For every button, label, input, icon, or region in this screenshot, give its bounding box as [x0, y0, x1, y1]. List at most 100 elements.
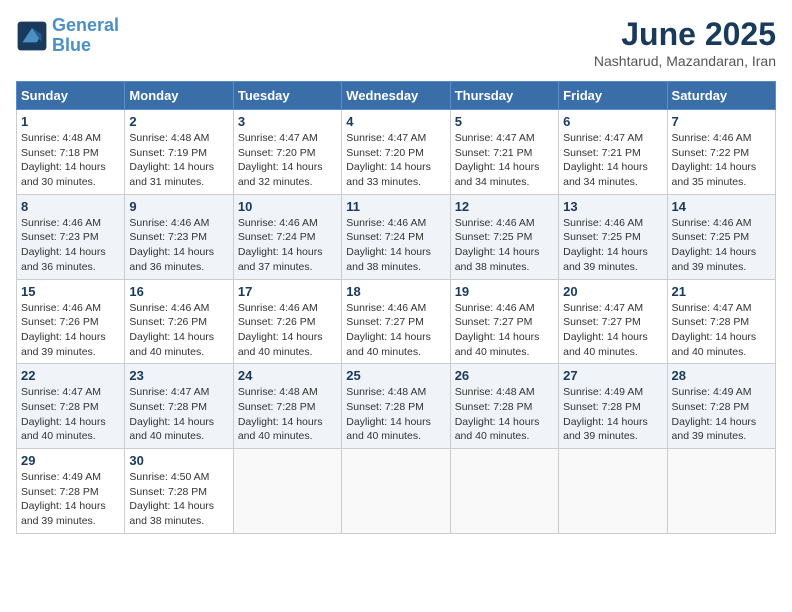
day-info: Sunrise: 4:46 AM Sunset: 7:26 PM Dayligh…	[129, 301, 228, 360]
day-number: 26	[455, 368, 554, 383]
day-info: Sunrise: 4:47 AM Sunset: 7:28 PM Dayligh…	[21, 385, 120, 444]
day-info: Sunrise: 4:48 AM Sunset: 7:19 PM Dayligh…	[129, 131, 228, 190]
day-info: Sunrise: 4:46 AM Sunset: 7:24 PM Dayligh…	[238, 216, 337, 275]
day-info: Sunrise: 4:46 AM Sunset: 7:26 PM Dayligh…	[21, 301, 120, 360]
calendar-day-17: 17 Sunrise: 4:46 AM Sunset: 7:26 PM Dayli…	[233, 279, 341, 364]
calendar-day-23: 23Sunrise: 4:47 AM Sunset: 7:28 PM Dayli…	[125, 364, 233, 449]
day-number: 14	[672, 199, 771, 214]
day-number: 22	[21, 368, 120, 383]
day-info: Sunrise: 4:46 AM Sunset: 7:24 PM Dayligh…	[346, 216, 445, 275]
calendar-day-6: 6 Sunrise: 4:47 AM Sunset: 7:21 PM Daylig…	[559, 110, 667, 195]
empty-cell	[233, 449, 341, 534]
calendar-day-18: 18 Sunrise: 4:46 AM Sunset: 7:27 PM Dayli…	[342, 279, 450, 364]
logo-icon	[16, 20, 48, 52]
day-number: 11	[346, 199, 445, 214]
day-info: Sunrise: 4:47 AM Sunset: 7:20 PM Dayligh…	[346, 131, 445, 190]
day-info: Sunrise: 4:46 AM Sunset: 7:23 PM Dayligh…	[21, 216, 120, 275]
day-info: Sunrise: 4:46 AM Sunset: 7:22 PM Dayligh…	[672, 131, 771, 190]
day-info: Sunrise: 4:46 AM Sunset: 7:26 PM Dayligh…	[238, 301, 337, 360]
calendar-day-28: 28 Sunrise: 4:49 AM Sunset: 7:28 PM Dayli…	[667, 364, 775, 449]
calendar-day-15: 15 Sunrise: 4:46 AM Sunset: 7:26 PM Dayli…	[17, 279, 125, 364]
day-number: 17	[238, 284, 337, 299]
calendar-day-8: 8 Sunrise: 4:46 AM Sunset: 7:23 PM Daylig…	[17, 194, 125, 279]
day-info: Sunrise: 4:49 AM Sunset: 7:28 PM Dayligh…	[563, 385, 662, 444]
day-info: Sunrise: 4:47 AM Sunset: 7:27 PM Dayligh…	[563, 301, 662, 360]
calendar-day-4: 4 Sunrise: 4:47 AM Sunset: 7:20 PM Daylig…	[342, 110, 450, 195]
day-info: Sunrise: 4:46 AM Sunset: 7:25 PM Dayligh…	[455, 216, 554, 275]
month-title: June 2025	[594, 16, 776, 53]
day-number: 20	[563, 284, 662, 299]
calendar-day-13: 13Sunrise: 4:46 AM Sunset: 7:25 PM Dayli…	[559, 194, 667, 279]
weekday-header-saturday: Saturday	[667, 82, 775, 110]
empty-cell	[559, 449, 667, 534]
day-number: 16	[129, 284, 228, 299]
day-info: Sunrise: 4:48 AM Sunset: 7:28 PM Dayligh…	[346, 385, 445, 444]
logo-text: General Blue	[52, 16, 119, 56]
day-number: 30	[129, 453, 228, 468]
day-info: Sunrise: 4:47 AM Sunset: 7:21 PM Dayligh…	[563, 131, 662, 190]
calendar-day-12: 12Sunrise: 4:46 AM Sunset: 7:25 PM Dayli…	[450, 194, 558, 279]
day-number: 10	[238, 199, 337, 214]
day-info: Sunrise: 4:46 AM Sunset: 7:27 PM Dayligh…	[346, 301, 445, 360]
calendar-day-21: 21 Sunrise: 4:47 AM Sunset: 7:28 PM Dayli…	[667, 279, 775, 364]
empty-cell	[342, 449, 450, 534]
logo: General Blue	[16, 16, 119, 56]
empty-cell	[667, 449, 775, 534]
day-info: Sunrise: 4:48 AM Sunset: 7:18 PM Dayligh…	[21, 131, 120, 190]
day-info: Sunrise: 4:47 AM Sunset: 7:28 PM Dayligh…	[672, 301, 771, 360]
weekday-header-monday: Monday	[125, 82, 233, 110]
calendar-day-25: 25 Sunrise: 4:48 AM Sunset: 7:28 PM Dayli…	[342, 364, 450, 449]
day-info: Sunrise: 4:50 AM Sunset: 7:28 PM Dayligh…	[129, 470, 228, 529]
calendar-day-24: 24Sunrise: 4:48 AM Sunset: 7:28 PM Dayli…	[233, 364, 341, 449]
weekday-header-sunday: Sunday	[17, 82, 125, 110]
day-number: 6	[563, 114, 662, 129]
weekday-header-wednesday: Wednesday	[342, 82, 450, 110]
day-info: Sunrise: 4:47 AM Sunset: 7:21 PM Dayligh…	[455, 131, 554, 190]
weekday-header-tuesday: Tuesday	[233, 82, 341, 110]
day-info: Sunrise: 4:48 AM Sunset: 7:28 PM Dayligh…	[238, 385, 337, 444]
calendar-day-19: 19 Sunrise: 4:46 AM Sunset: 7:27 PM Dayli…	[450, 279, 558, 364]
day-number: 21	[672, 284, 771, 299]
day-number: 29	[21, 453, 120, 468]
calendar-day-11: 11 Sunrise: 4:46 AM Sunset: 7:24 PM Dayli…	[342, 194, 450, 279]
calendar-day-7: 7 Sunrise: 4:46 AM Sunset: 7:22 PM Daylig…	[667, 110, 775, 195]
calendar-day-9: 9 Sunrise: 4:46 AM Sunset: 7:23 PM Daylig…	[125, 194, 233, 279]
location: Nashtarud, Mazandaran, Iran	[594, 53, 776, 69]
day-number: 2	[129, 114, 228, 129]
day-number: 18	[346, 284, 445, 299]
page-header: General Blue June 2025 Nashtarud, Mazand…	[16, 16, 776, 69]
day-number: 23	[129, 368, 228, 383]
day-info: Sunrise: 4:49 AM Sunset: 7:28 PM Dayligh…	[672, 385, 771, 444]
day-number: 27	[563, 368, 662, 383]
day-number: 3	[238, 114, 337, 129]
day-number: 1	[21, 114, 120, 129]
title-block: June 2025 Nashtarud, Mazandaran, Iran	[594, 16, 776, 69]
day-number: 4	[346, 114, 445, 129]
calendar-day-20: 20 Sunrise: 4:47 AM Sunset: 7:27 PM Dayli…	[559, 279, 667, 364]
day-number: 5	[455, 114, 554, 129]
day-info: Sunrise: 4:47 AM Sunset: 7:20 PM Dayligh…	[238, 131, 337, 190]
day-number: 7	[672, 114, 771, 129]
day-info: Sunrise: 4:46 AM Sunset: 7:25 PM Dayligh…	[563, 216, 662, 275]
day-number: 19	[455, 284, 554, 299]
calendar-day-14: 14Sunrise: 4:46 AM Sunset: 7:25 PM Dayli…	[667, 194, 775, 279]
day-number: 25	[346, 368, 445, 383]
day-number: 15	[21, 284, 120, 299]
empty-cell	[450, 449, 558, 534]
calendar-day-27: 27 Sunrise: 4:49 AM Sunset: 7:28 PM Dayli…	[559, 364, 667, 449]
day-info: Sunrise: 4:46 AM Sunset: 7:27 PM Dayligh…	[455, 301, 554, 360]
day-info: Sunrise: 4:49 AM Sunset: 7:28 PM Dayligh…	[21, 470, 120, 529]
calendar-day-29: 29 Sunrise: 4:49 AM Sunset: 7:28 PM Dayli…	[17, 449, 125, 534]
calendar-day-26: 26 Sunrise: 4:48 AM Sunset: 7:28 PM Dayli…	[450, 364, 558, 449]
calendar-day-3: 3 Sunrise: 4:47 AM Sunset: 7:20 PM Daylig…	[233, 110, 341, 195]
day-number: 8	[21, 199, 120, 214]
day-number: 9	[129, 199, 228, 214]
calendar-day-16: 16 Sunrise: 4:46 AM Sunset: 7:26 PM Dayli…	[125, 279, 233, 364]
day-info: Sunrise: 4:46 AM Sunset: 7:23 PM Dayligh…	[129, 216, 228, 275]
day-number: 28	[672, 368, 771, 383]
calendar-day-10: 10 Sunrise: 4:46 AM Sunset: 7:24 PM Dayli…	[233, 194, 341, 279]
calendar-day-30: 30 Sunrise: 4:50 AM Sunset: 7:28 PM Dayli…	[125, 449, 233, 534]
day-info: Sunrise: 4:48 AM Sunset: 7:28 PM Dayligh…	[455, 385, 554, 444]
calendar-day-2: 2 Sunrise: 4:48 AM Sunset: 7:19 PM Daylig…	[125, 110, 233, 195]
weekday-header-thursday: Thursday	[450, 82, 558, 110]
